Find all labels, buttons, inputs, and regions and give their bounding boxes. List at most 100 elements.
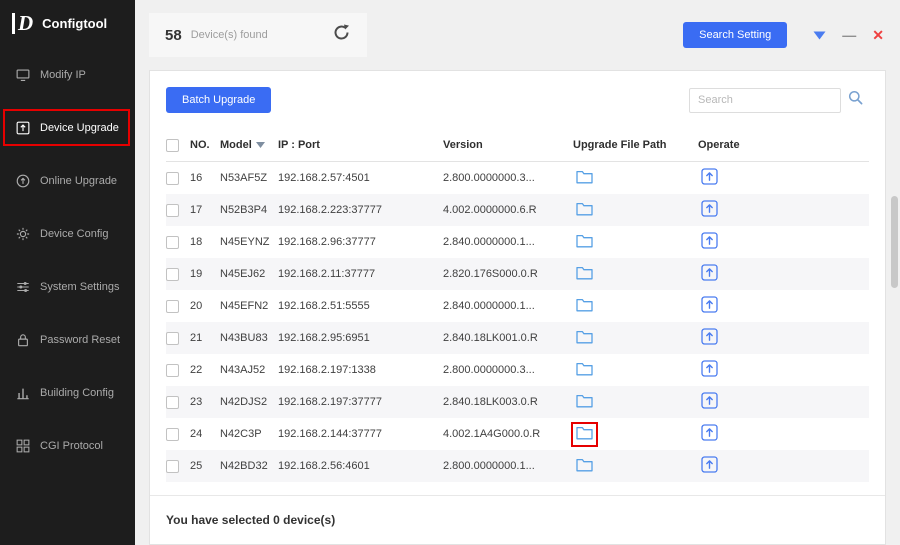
cell-no: 21: [190, 332, 203, 344]
search-setting-button[interactable]: Search Setting: [683, 22, 788, 48]
sidebar-item-label: Building Config: [40, 386, 114, 399]
refresh-icon: [332, 23, 351, 47]
cell-ip-port: 192.168.2.11:37777: [278, 268, 376, 280]
search-button[interactable]: [841, 88, 869, 113]
upload-icon: [701, 264, 718, 284]
upgrade-button[interactable]: [698, 454, 721, 478]
cell-model: N45EYNZ: [220, 236, 270, 248]
sidebar-item-password-reset[interactable]: Password Reset: [0, 313, 135, 366]
table-row[interactable]: 22 N43AJ52 192.168.2.197:1338 2.800.0000…: [166, 354, 869, 386]
table-row[interactable]: 17 N52B3P4 192.168.2.223:37777 4.002.000…: [166, 194, 869, 226]
configtool-window: D Configtool Modify IP Device Upgrade On…: [0, 0, 900, 545]
column-version: Version: [443, 139, 483, 151]
upgrade-button[interactable]: [698, 294, 721, 318]
browse-file-button[interactable]: [573, 296, 596, 317]
table-row[interactable]: 21 N43BU83 192.168.2.95:6951 2.840.18LK0…: [166, 322, 869, 354]
browse-file-button[interactable]: [573, 200, 596, 221]
row-checkbox[interactable]: [166, 427, 179, 441]
cell-version: 4.002.0000000.6.R: [443, 204, 537, 216]
upgrade-button[interactable]: [698, 390, 721, 414]
upgrade-button[interactable]: [698, 262, 721, 286]
table-row[interactable]: 16 N53AF5Z 192.168.2.57:4501 2.800.00000…: [166, 162, 869, 194]
row-checkbox[interactable]: [166, 331, 179, 345]
search-box: [689, 87, 869, 113]
browse-file-button[interactable]: [573, 168, 596, 189]
table-row[interactable]: 19 N45EJ62 192.168.2.11:37777 2.820.176S…: [166, 258, 869, 290]
cell-model: N45EJ62: [220, 268, 266, 280]
browse-file-button[interactable]: [573, 360, 596, 381]
cell-no: 22: [190, 364, 203, 376]
cell-version: 2.840.0000000.1...: [443, 236, 535, 248]
browse-file-button[interactable]: [573, 456, 596, 477]
sidebar-item-online-upgrade[interactable]: Online Upgrade: [0, 154, 135, 207]
cell-ip-port: 192.168.2.223:37777: [278, 204, 382, 216]
row-checkbox[interactable]: [166, 459, 179, 473]
building-config-icon: [16, 386, 30, 400]
search-input[interactable]: [689, 87, 841, 113]
refresh-button[interactable]: [332, 23, 351, 47]
vertical-scrollbar-thumb[interactable]: [891, 196, 898, 288]
folder-icon: [576, 330, 593, 347]
upgrade-button[interactable]: [698, 358, 721, 382]
upgrade-button[interactable]: [698, 422, 721, 446]
cell-version: 2.820.176S000.0.R: [443, 268, 538, 280]
dropdown-caret-icon[interactable]: [813, 31, 826, 40]
row-checkbox[interactable]: [166, 203, 179, 217]
upload-icon: [701, 168, 718, 188]
upgrade-button[interactable]: [698, 230, 721, 254]
folder-icon: [576, 234, 593, 251]
cell-ip-port: 192.168.2.197:37777: [278, 396, 382, 408]
row-checkbox[interactable]: [166, 171, 179, 185]
table-row[interactable]: 25 N42BD32 192.168.2.56:4601 2.800.00000…: [166, 450, 869, 482]
sort-caret-icon[interactable]: [255, 142, 265, 148]
cell-version: 2.840.18LK003.0.R: [443, 396, 538, 408]
cell-ip-port: 192.168.2.96:37777: [278, 236, 376, 248]
upload-icon: [701, 328, 718, 348]
minimize-button[interactable]: —: [842, 28, 856, 42]
browse-file-button[interactable]: [573, 264, 596, 285]
sidebar-item-label: Password Reset: [40, 333, 121, 346]
row-checkbox[interactable]: [166, 363, 179, 377]
row-checkbox[interactable]: [166, 235, 179, 249]
sidebar-item-label: Device Upgrade: [40, 121, 119, 134]
table-row[interactable]: 23 N42DJS2 192.168.2.197:37777 2.840.18L…: [166, 386, 869, 418]
upgrade-button[interactable]: [698, 166, 721, 190]
table-row[interactable]: 24 N42C3P 192.168.2.144:37777 4.002.1A4G…: [166, 418, 869, 450]
browse-file-button[interactable]: [573, 232, 596, 253]
table-row[interactable]: 18 N45EYNZ 192.168.2.96:37777 2.840.0000…: [166, 226, 869, 258]
upload-icon: [701, 232, 718, 252]
batch-upgrade-button[interactable]: Batch Upgrade: [166, 87, 272, 113]
browse-file-button[interactable]: [571, 421, 598, 447]
close-button[interactable]: ✕: [872, 28, 884, 42]
upgrade-button[interactable]: [698, 198, 721, 222]
sidebar-item-system-settings[interactable]: System Settings: [0, 260, 135, 313]
cell-ip-port: 192.168.2.51:5555: [278, 300, 370, 312]
cell-no: 23: [190, 396, 203, 408]
sidebar-item-cgi-protocol[interactable]: CGI Protocol: [0, 419, 135, 472]
cell-version: 2.840.18LK001.0.R: [443, 332, 538, 344]
column-upgrade-file-path: Upgrade File Path: [573, 139, 667, 151]
table-row[interactable]: 20 N45EFN2 192.168.2.51:5555 2.840.00000…: [166, 290, 869, 322]
column-no: NO.: [190, 139, 210, 151]
sidebar-item-modify-ip[interactable]: Modify IP: [0, 48, 135, 101]
upgrade-button[interactable]: [698, 326, 721, 350]
row-checkbox[interactable]: [166, 299, 179, 313]
folder-icon: [576, 362, 593, 379]
sidebar-item-device-upgrade[interactable]: Device Upgrade: [0, 101, 135, 154]
column-model-label: Model: [220, 139, 252, 151]
cell-model: N45EFN2: [220, 300, 269, 312]
row-checkbox[interactable]: [166, 267, 179, 281]
select-all-checkbox[interactable]: [166, 138, 179, 152]
selection-summary: You have selected 0 device(s): [150, 495, 885, 544]
upload-icon: [701, 392, 718, 412]
browse-file-button[interactable]: [573, 392, 596, 413]
sidebar-item-device-config[interactable]: Device Config: [0, 207, 135, 260]
browse-file-button[interactable]: [573, 328, 596, 349]
cell-no: 25: [190, 460, 203, 472]
cell-version: 2.800.0000000.3...: [443, 364, 535, 376]
row-checkbox[interactable]: [166, 395, 179, 409]
window-controls: — ✕: [813, 28, 888, 42]
sidebar-item-label: Device Config: [40, 227, 109, 240]
sidebar-item-building-config[interactable]: Building Config: [0, 366, 135, 419]
cell-version: 2.800.0000000.1...: [443, 460, 535, 472]
